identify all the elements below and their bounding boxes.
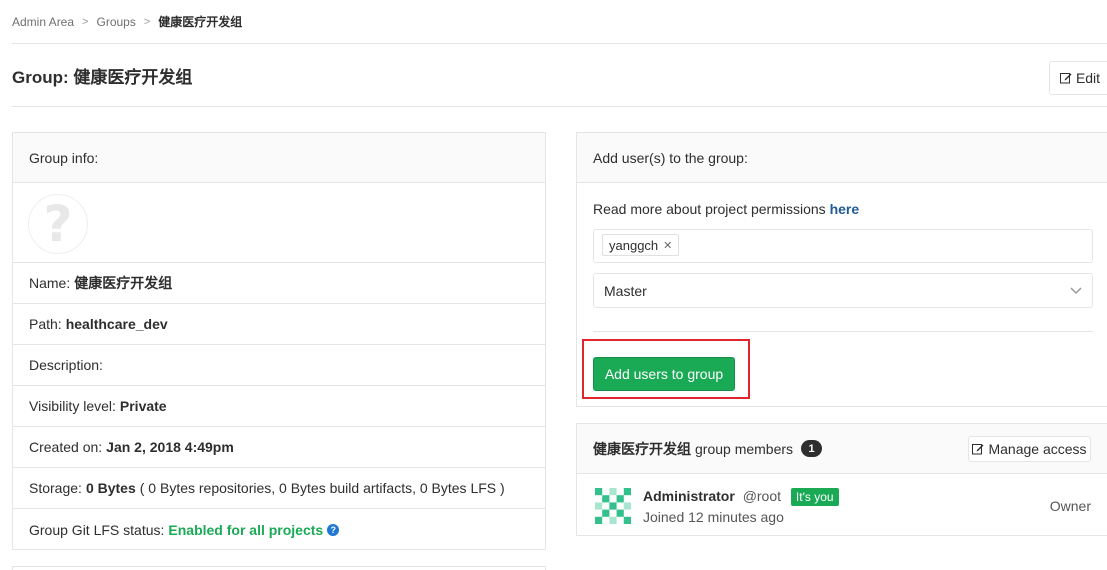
member-role: Owner: [1049, 498, 1091, 514]
breadcrumb: Admin Area > Groups > 健康医疗开发组: [12, 0, 1107, 44]
group-visibility-value: Private: [119, 398, 167, 414]
group-lfs-row: Group Git LFS status: Enabled for all pr…: [13, 509, 545, 550]
question-circle-icon[interactable]: ?: [327, 523, 340, 536]
permissions-link[interactable]: here: [830, 201, 860, 217]
page-title: Group: 健康医疗开发组: [12, 63, 192, 88]
selected-user-token: yanggch ✕: [602, 234, 680, 256]
breadcrumb-current-group[interactable]: 健康医疗开发组: [158, 13, 242, 30]
permissions-text: Read more about project permissions: [593, 201, 826, 217]
group-storage-value: 0 Bytes: [85, 480, 136, 496]
member-name-line: Administrator @root It's you: [643, 488, 839, 506]
add-users-panel: Add user(s) to the group: Read more abou…: [576, 132, 1107, 407]
edit-button-label: Edit: [1075, 70, 1101, 86]
group-name-label: Name:: [29, 275, 71, 291]
remove-token-icon[interactable]: ✕: [663, 239, 672, 252]
group-storage-label: Storage:: [29, 480, 82, 496]
breadcrumb-groups[interactable]: Groups: [96, 15, 135, 29]
group-lfs-label: Group Git LFS status:: [29, 521, 165, 538]
group-info-heading: Group info:: [13, 133, 545, 183]
edit-button[interactable]: Edit: [1049, 61, 1107, 95]
manage-access-label: Manage access: [988, 441, 1087, 457]
group-name-value: 健康医疗开发组: [74, 275, 173, 291]
group-description-label: Description:: [29, 357, 103, 373]
group-storage-detail: ( 0 Bytes repositories, 0 Bytes build ar…: [139, 480, 505, 496]
secondary-panel-edge: [12, 566, 546, 570]
user-search-select[interactable]: yanggch ✕: [593, 229, 1093, 263]
page-title-prefix: Group:: [12, 68, 69, 87]
group-avatar-row: ?: [13, 183, 545, 263]
group-storage-row: Storage: 0 Bytes ( 0 Bytes repositories,…: [13, 468, 545, 509]
chevron-down-icon: [1070, 286, 1082, 294]
add-users-heading: Add user(s) to the group:: [577, 133, 1107, 183]
chevron-right-icon: >: [143, 15, 151, 28]
group-created-label: Created on:: [29, 439, 103, 455]
members-group-name: 健康医疗开发组: [593, 440, 691, 457]
group-avatar-placeholder-icon: ?: [28, 194, 88, 254]
group-visibility-label: Visibility level:: [29, 398, 116, 414]
user-identicon-avatar[interactable]: [595, 488, 631, 524]
its-you-badge: It's you: [790, 488, 839, 506]
access-level-select[interactable]: Master: [593, 273, 1093, 308]
group-visibility-row: Visibility level: Private: [13, 386, 545, 427]
breadcrumb-admin-area[interactable]: Admin Area: [12, 15, 74, 29]
group-created-row: Created on: Jan 2, 2018 4:49pm: [13, 427, 545, 468]
member-row: Administrator @root It's you Joined 12 m…: [577, 474, 1107, 536]
chevron-right-icon: >: [82, 15, 89, 28]
edit-icon: [972, 444, 984, 455]
group-path-label: Path:: [29, 316, 62, 332]
members-count-badge: 1: [801, 440, 823, 457]
page-title-group-name: 健康医疗开发组: [73, 68, 193, 87]
group-info-panel: Group info: ? Name: 健康医疗开发组 Path: health…: [12, 132, 546, 550]
manage-access-button[interactable]: Manage access: [968, 436, 1091, 462]
member-name[interactable]: Administrator: [643, 488, 735, 504]
add-users-to-group-button[interactable]: Add users to group: [593, 357, 735, 391]
members-heading-suffix: group members: [695, 440, 794, 457]
permissions-help-text: Read more about project permissions here: [593, 201, 859, 217]
group-path-value: healthcare_dev: [65, 316, 168, 332]
access-level-value: Master: [604, 282, 647, 299]
group-lfs-value: Enabled for all projects: [168, 521, 324, 538]
group-description-row: Description:: [13, 345, 545, 386]
member-handle: @root: [742, 488, 782, 504]
group-path-row: Path: healthcare_dev: [13, 304, 545, 345]
selected-user-name: yanggch: [609, 237, 659, 253]
form-divider: [593, 331, 1093, 332]
page-header: Group: 健康医疗开发组 Edit: [12, 45, 1107, 107]
group-created-value: Jan 2, 2018 4:49pm: [106, 439, 234, 455]
group-name-row: Name: 健康医疗开发组: [13, 263, 545, 304]
member-joined-text: Joined 12 minutes ago: [643, 509, 784, 525]
edit-icon: [1059, 73, 1072, 84]
group-members-panel: 健康医疗开发组 group members 1 Manage access Ad…: [576, 423, 1107, 536]
